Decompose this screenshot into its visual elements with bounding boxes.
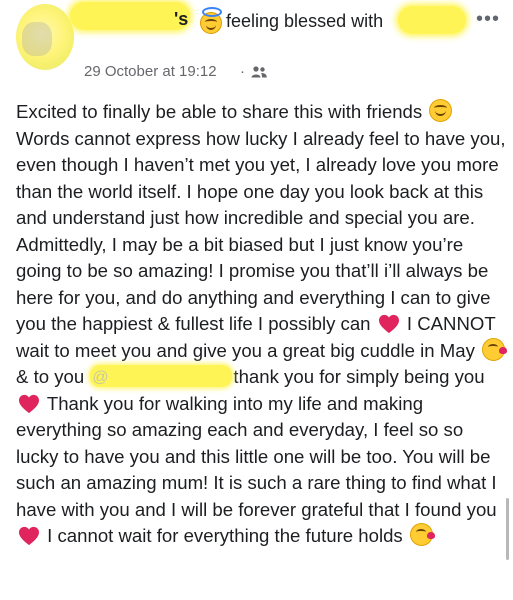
smiling-face-icon <box>429 99 453 122</box>
red-heart-icon <box>18 394 40 414</box>
friends-audience-icon[interactable] <box>251 66 267 78</box>
scrollbar[interactable] <box>506 498 509 560</box>
redacted-mention[interactable]: @ <box>90 365 233 387</box>
smiling-face-with-halo-icon <box>200 7 222 34</box>
more-options-button[interactable]: ••• <box>471 7 505 31</box>
post-paragraph: Excited to finally be able to share this… <box>16 99 508 126</box>
post-paragraph: Thank you for walking into my life and m… <box>16 391 508 550</box>
post-text: Words cannot express how lucky I already… <box>16 127 506 335</box>
post-paragraph: Words cannot express how lucky I already… <box>16 126 508 391</box>
red-heart-icon <box>378 314 400 334</box>
post-text: I cannot wait for everything the future … <box>47 525 403 546</box>
post-body: Excited to finally be able to share this… <box>16 99 508 550</box>
face-blowing-kiss-icon <box>482 337 508 361</box>
post-text: Excited to finally be able to share this… <box>16 101 423 122</box>
post-timestamp[interactable]: 29 October at 19:12 <box>84 63 217 80</box>
face-blowing-kiss-icon <box>409 523 435 546</box>
activity-text: feeling blessed with <box>226 11 384 31</box>
post-text: thank you for simply being you <box>233 366 485 387</box>
mention-at-sign: @ <box>92 369 109 386</box>
meta-separator: · <box>240 63 245 80</box>
post-text: Thank you for walking into my life and m… <box>16 392 497 520</box>
post-header: 's feeling blessed with ••• 29 October a… <box>0 0 513 100</box>
avatar[interactable] <box>16 4 74 70</box>
redacted-tagged-name <box>398 6 466 34</box>
author-name-suffix: 's <box>174 9 189 29</box>
post-text: & to you <box>16 366 85 387</box>
redacted-author-name <box>70 2 190 30</box>
red-heart-icon <box>18 526 40 546</box>
